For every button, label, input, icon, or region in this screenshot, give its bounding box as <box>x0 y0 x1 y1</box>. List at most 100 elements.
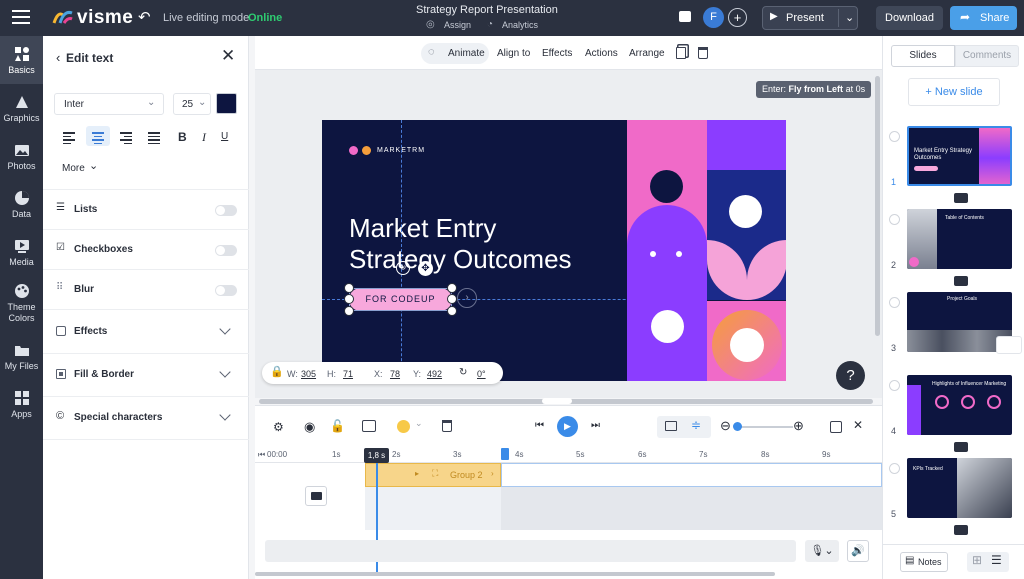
unlock-icon[interactable]: 🔓 <box>330 419 345 433</box>
width-value[interactable]: 305 <box>301 369 316 379</box>
chevron-down-icon[interactable]: ⌄ <box>89 159 98 172</box>
duplicate-icon[interactable] <box>676 47 686 59</box>
x-value[interactable]: 78 <box>390 369 400 379</box>
track-chevron-icon[interactable]: › <box>491 469 494 478</box>
slide-select-radio[interactable] <box>889 297 900 308</box>
tab-slides[interactable]: Slides <box>891 45 955 67</box>
doc-title[interactable]: Strategy Report Presentation <box>416 4 558 16</box>
lists-row[interactable]: ☰ Lists <box>43 190 249 230</box>
trash-icon[interactable] <box>698 47 708 59</box>
zoom-out-icon[interactable]: ⊖ <box>720 418 731 434</box>
timeline-scrollbar[interactable] <box>255 572 775 576</box>
font-family-select[interactable]: Inter ⌄ <box>54 93 164 115</box>
voiceover-track[interactable] <box>265 540 796 562</box>
fit-icon[interactable] <box>830 421 842 433</box>
effects-row[interactable]: Effects <box>43 312 249 354</box>
blur-toggle[interactable] <box>215 285 237 296</box>
color-fill-swatch[interactable] <box>397 420 410 433</box>
resize-handle[interactable] <box>344 283 354 293</box>
timeline-settings-icon[interactable]: ⚙ <box>273 420 284 434</box>
slide-select-radio[interactable] <box>889 131 900 142</box>
rotation-value[interactable]: 0° <box>477 369 486 379</box>
transition-icon[interactable] <box>954 276 968 286</box>
rail-my-files[interactable]: My Files <box>0 332 43 380</box>
vertical-scrollbar[interactable] <box>875 76 880 336</box>
transition-icon[interactable] <box>954 193 968 203</box>
tab-comments[interactable]: Comments <box>955 45 1019 67</box>
font-size-select[interactable]: 25 ⌄ <box>173 93 211 115</box>
microphone-button[interactable]: 🎙⌄ <box>805 540 839 562</box>
skip-back-icon[interactable]: ⏮ <box>535 420 544 431</box>
transition-icon[interactable] <box>954 525 968 535</box>
help-button[interactable]: ? <box>836 361 865 390</box>
zoom-slider-thumb[interactable] <box>733 422 742 431</box>
assign-link[interactable]: Assign <box>444 20 471 30</box>
list-view-icon[interactable]: ☰ <box>991 553 1002 567</box>
slide-title-line2[interactable]: Strategy Outcomes <box>349 244 572 275</box>
playhead-label[interactable]: 1,8 s <box>364 448 389 463</box>
align-left-icon[interactable] <box>63 132 75 144</box>
analytics-link[interactable]: Analytics <box>502 20 538 30</box>
checkboxes-row[interactable]: ☑ Checkboxes <box>43 230 249 270</box>
zoom-slider[interactable] <box>737 426 793 428</box>
slide-thumb-2[interactable]: Table of Contents <box>907 209 1012 269</box>
slide-thumb-5[interactable]: KPIs Tracked <box>907 458 1012 518</box>
fill-border-row[interactable]: Fill & Border <box>43 355 249 397</box>
play-button[interactable]: ▶ <box>557 416 578 437</box>
present-dropdown-icon[interactable]: ⌄ <box>838 9 854 27</box>
align-to-button[interactable]: Align to <box>497 48 530 59</box>
rail-theme-colors[interactable]: Theme Colors <box>0 276 43 330</box>
rail-graphics[interactable]: Graphics <box>0 84 43 132</box>
close-icon[interactable]: ✕ <box>221 46 235 66</box>
lock-icon[interactable]: 🔒 <box>270 365 284 378</box>
rail-data[interactable]: Data <box>0 180 43 228</box>
single-view-icon[interactable] <box>665 421 677 431</box>
move-handle-icon[interactable]: ✥ <box>418 261 433 276</box>
arrange-button[interactable]: Arrange <box>629 48 665 59</box>
audio-button[interactable]: 🔊 <box>847 540 869 562</box>
avatar[interactable]: F <box>703 7 724 28</box>
align-right-icon[interactable] <box>120 132 132 144</box>
rail-basics[interactable]: Basics <box>0 36 43 84</box>
align-justify-icon[interactable] <box>148 132 160 144</box>
transition-icon[interactable] <box>954 442 968 452</box>
rail-photos[interactable]: Photos <box>0 132 43 180</box>
slide-title-line1[interactable]: Market Entry <box>349 213 496 244</box>
checkboxes-toggle[interactable] <box>215 245 237 256</box>
back-chevron-icon[interactable]: ‹ <box>56 50 60 65</box>
slide-thumb-4[interactable]: Highlights of Influencer Marketing <box>907 375 1012 435</box>
close-timeline-icon[interactable]: ✕ <box>853 418 863 432</box>
slide-thumb-1[interactable]: Market Entry Strategy Outcomes <box>907 126 1012 186</box>
skip-forward-icon[interactable]: ⏭ <box>591 420 600 431</box>
resize-handle[interactable] <box>447 294 457 304</box>
next-arrow-icon[interactable]: › <box>457 288 477 308</box>
underline-icon[interactable]: U <box>221 131 228 142</box>
zoom-in-icon[interactable]: ⊕ <box>793 418 804 434</box>
add-collaborator-icon[interactable]: + <box>728 8 747 27</box>
new-slide-button[interactable]: + New slide <box>908 78 1000 106</box>
height-value[interactable]: 71 <box>343 369 353 379</box>
resize-handle[interactable] <box>344 306 354 316</box>
image-tool-icon[interactable] <box>362 420 376 432</box>
y-value[interactable]: 492 <box>427 369 442 379</box>
menu-icon[interactable] <box>12 10 30 24</box>
track-expand-icon[interactable]: ▸ <box>415 469 419 478</box>
rotate-handle-icon[interactable]: ↻ <box>396 261 410 275</box>
download-button[interactable]: Download <box>876 6 943 30</box>
slide-select-radio[interactable] <box>889 380 900 391</box>
grid-view-icon[interactable]: ⊞ <box>972 553 982 567</box>
comment-icon[interactable] <box>679 11 691 22</box>
visibility-eye-icon[interactable]: ◉ <box>304 419 315 435</box>
actions-button[interactable]: Actions <box>585 48 618 59</box>
end-marker[interactable] <box>501 448 509 460</box>
timeline-trash-icon[interactable] <box>442 420 452 432</box>
italic-icon[interactable]: I <box>202 130 206 145</box>
rail-media[interactable]: Media <box>0 228 43 276</box>
effects-button[interactable]: Effects <box>542 48 572 59</box>
text-color-swatch[interactable] <box>216 93 237 114</box>
special-characters-row[interactable]: © Special characters <box>43 398 249 440</box>
bold-icon[interactable]: B <box>178 130 187 144</box>
timeline-view-icon[interactable]: ≑ <box>691 418 701 432</box>
thumb-scroll-indicator[interactable] <box>996 336 1022 354</box>
timeline-drag-handle[interactable] <box>542 398 572 404</box>
